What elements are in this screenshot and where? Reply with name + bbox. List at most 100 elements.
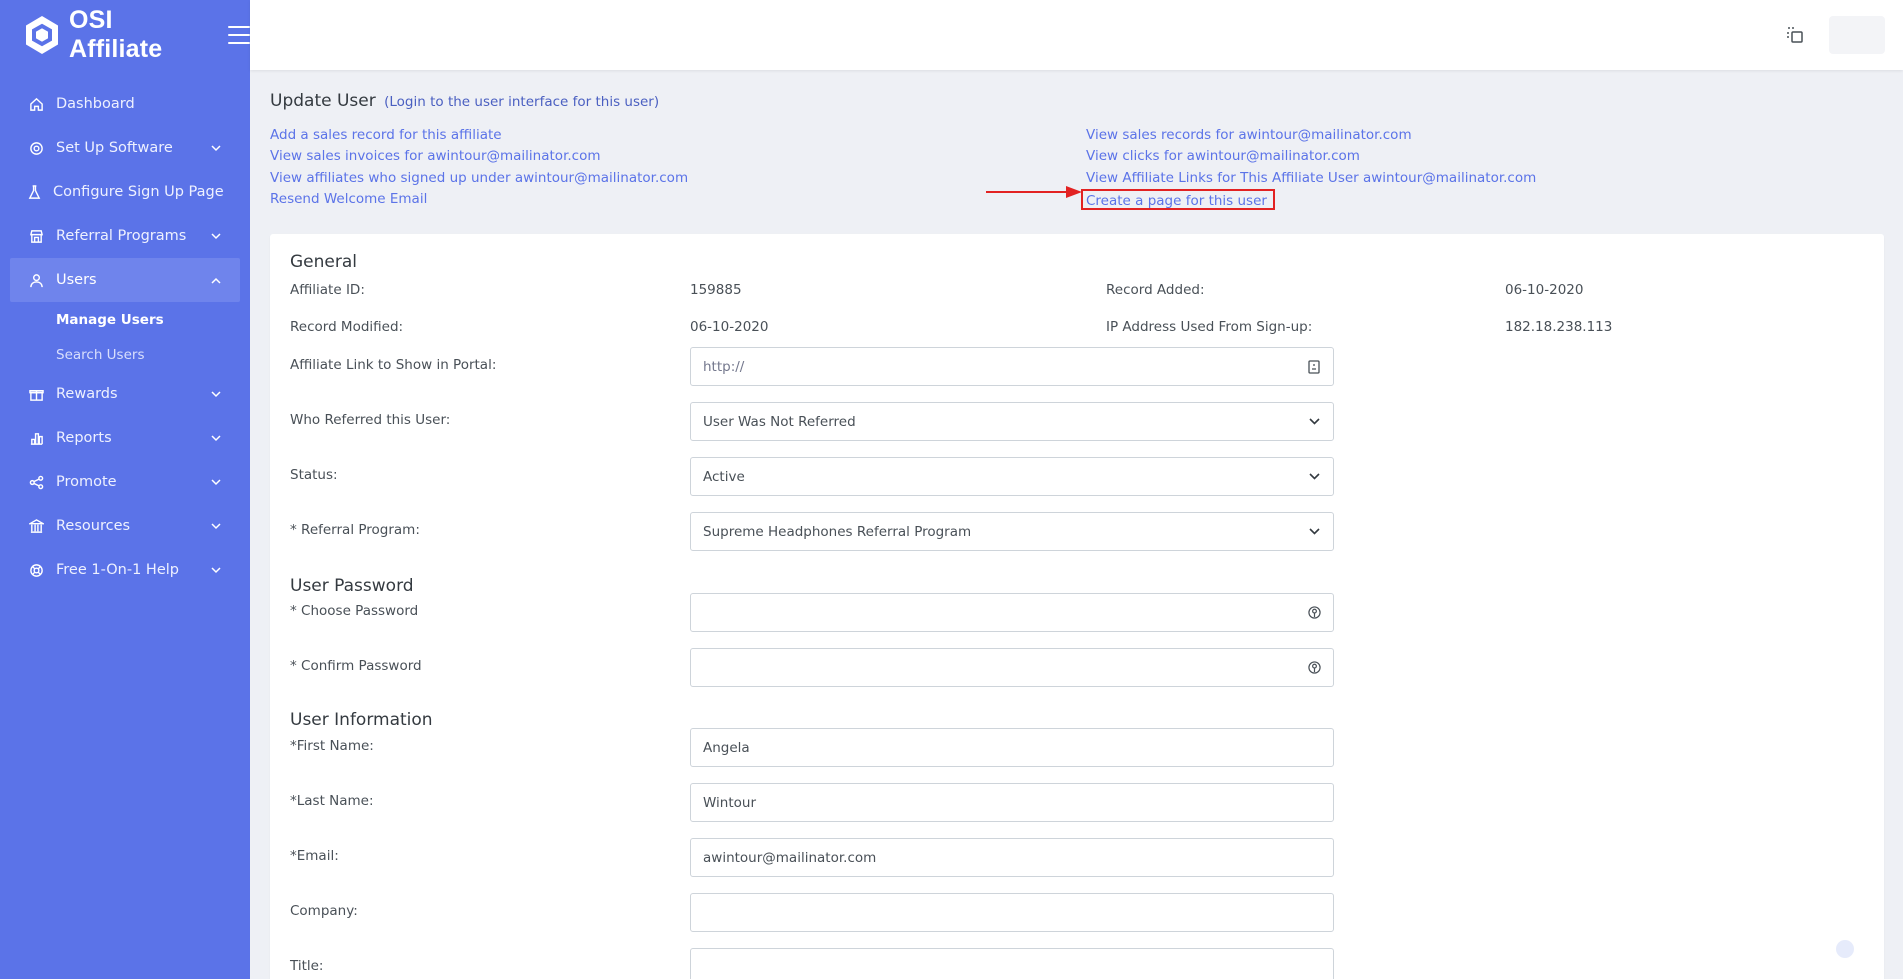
sidebar: OSI Affiliate Dashboard Set Up Software … [0,0,251,979]
flask-icon [27,183,42,201]
title-row: Title: [290,948,1864,979]
chevron-down-icon [210,520,222,532]
topbar [250,0,1903,70]
sidebar-item-label: Free 1-On-1 Help [56,562,179,578]
referral-program-label: * Referral Program: [290,522,420,538]
sidebar-item-label: Reports [56,430,112,446]
sidebar-item-users[interactable]: Users [10,258,240,302]
chevron-down-icon [210,230,222,242]
affiliate-link-input[interactable]: http:// [690,347,1334,386]
company-input[interactable] [690,893,1334,932]
action-links-left: Add a sales record for this affiliate Vi… [270,125,688,210]
title-label: Title: [290,958,324,974]
home-icon [27,95,45,113]
first-name-value: Angela [703,739,750,756]
referral-program-row: * Referral Program: Supreme Headphones R… [290,512,1864,577]
record-added-label: Record Added: [1106,282,1205,298]
create-page-link[interactable]: Create a page for this user [1081,188,1275,211]
sidebar-item-label: Dashboard [56,96,135,112]
affiliate-id-value: 159885 [690,282,742,298]
confirm-password-input[interactable] [690,648,1334,687]
confirm-password-row: * Confirm Password [290,648,1864,713]
sidebar-subitem-search-users[interactable]: Search Users [0,337,250,372]
chevron-down-icon [210,476,222,488]
general-info: Affiliate ID: 159885 Record Added: 06-10… [290,272,1864,339]
view-sales-records-link[interactable]: View sales records for awintour@mailinat… [1086,125,1536,146]
email-field[interactable]: awintour@mailinator.com [690,838,1334,877]
chevron-down-icon [1307,415,1321,429]
hexagon-logo-icon [23,13,61,57]
sidebar-item-label: Resources [56,518,131,534]
gear-icon [27,139,45,157]
help-chat-icon[interactable] [1836,940,1854,958]
affiliate-link-label: Affiliate Link to Show in Portal: [290,357,497,373]
referral-program-value: Supreme Headphones Referral Program [703,523,972,540]
brand: OSI Affiliate [0,0,251,70]
view-clicks-link[interactable]: View clicks for awintour@mailinator.com [1086,146,1536,167]
sidebar-item-label: Promote [56,474,117,490]
view-sales-invoices-link[interactable]: View sales invoices for awintour@mailina… [270,146,688,167]
referred-by-label: Who Referred this User: [290,412,451,428]
page-title: Update User (Login to the user interface… [270,91,1884,111]
action-links-right: View sales records for awintour@mailinat… [1081,125,1536,211]
affiliate-id-label: Affiliate ID: [290,282,365,298]
record-modified-label: Record Modified: [290,319,404,335]
choose-password-label: * Choose Password [290,603,419,619]
referred-by-select[interactable]: User Was Not Referred [690,402,1334,441]
menu-toggle-icon[interactable] [228,26,251,44]
sidebar-item-promote[interactable]: Promote [10,460,240,504]
sidebar-item-label: Users [56,272,97,288]
key-icon[interactable] [1307,661,1321,675]
first-name-input[interactable]: Angela [690,728,1334,767]
confirm-password-label: * Confirm Password [290,658,422,674]
chevron-up-icon [210,274,222,286]
key-icon[interactable] [1307,606,1321,620]
chevron-down-icon [210,432,222,444]
sidebar-item-label: Rewards [56,386,118,402]
ip-address-value: 182.18.238.113 [1505,319,1613,335]
chevron-down-icon [210,388,222,400]
fullscreen-icon[interactable] [1785,25,1805,45]
view-affiliate-links-link[interactable]: View Affiliate Links for This Affiliate … [1086,168,1536,189]
chart-icon [27,429,45,447]
last-name-value: Wintour [703,794,757,811]
status-select[interactable]: Active [690,457,1334,496]
email-label: *Email: [290,848,339,864]
sidebar-item-reports[interactable]: Reports [10,416,240,460]
sidebar-subitem-manage-users[interactable]: Manage Users [0,302,250,337]
last-name-label: *Last Name: [290,793,374,809]
add-sales-record-link[interactable]: Add a sales record for this affiliate [270,125,688,146]
brand-name: OSI Affiliate [68,6,163,63]
login-as-user-link[interactable]: (Login to the user interface for this us… [384,94,659,110]
sidebar-item-configure-sign-up-page[interactable]: Configure Sign Up Page [10,170,240,214]
chevron-down-icon [210,142,222,154]
status-value: Active [703,468,745,485]
sidebar-item-label: Referral Programs [56,228,187,244]
user-form-card: General Affiliate ID: 159885 Record Adde… [270,234,1884,979]
referral-program-select[interactable]: Supreme Headphones Referral Program [690,512,1334,551]
status-label: Status: [290,467,338,483]
view-affiliates-signed-up-link[interactable]: View affiliates who signed up under awin… [270,168,688,189]
user-icon [27,271,45,289]
last-name-input[interactable]: Wintour [690,783,1334,822]
sidebar-item-resources[interactable]: Resources [10,504,240,548]
sidebar-item-label: Set Up Software [56,140,173,156]
resend-welcome-email-link[interactable]: Resend Welcome Email [270,189,688,210]
avatar[interactable] [1829,16,1885,54]
gift-icon [27,385,45,403]
red-arrow-annotation [986,186,1082,198]
sidebar-item-set-up-software[interactable]: Set Up Software [10,126,240,170]
choose-password-input[interactable] [690,593,1334,632]
page-title-text: Update User [270,91,376,111]
bank-icon [27,517,45,535]
title-input[interactable] [690,948,1334,979]
affiliate-link-placeholder: http:// [703,358,745,375]
sidebar-item-free-help[interactable]: Free 1-On-1 Help [10,548,240,592]
chevron-down-icon [1307,470,1321,484]
sidebar-item-dashboard[interactable]: Dashboard [10,82,240,126]
sidebar-item-referral-programs[interactable]: Referral Programs [10,214,240,258]
sidebar-item-rewards[interactable]: Rewards [10,372,240,416]
first-name-label: *First Name: [290,738,374,754]
ip-address-label: IP Address Used From Sign-up: [1106,319,1313,335]
record-modified-value: 06-10-2020 [690,319,769,335]
